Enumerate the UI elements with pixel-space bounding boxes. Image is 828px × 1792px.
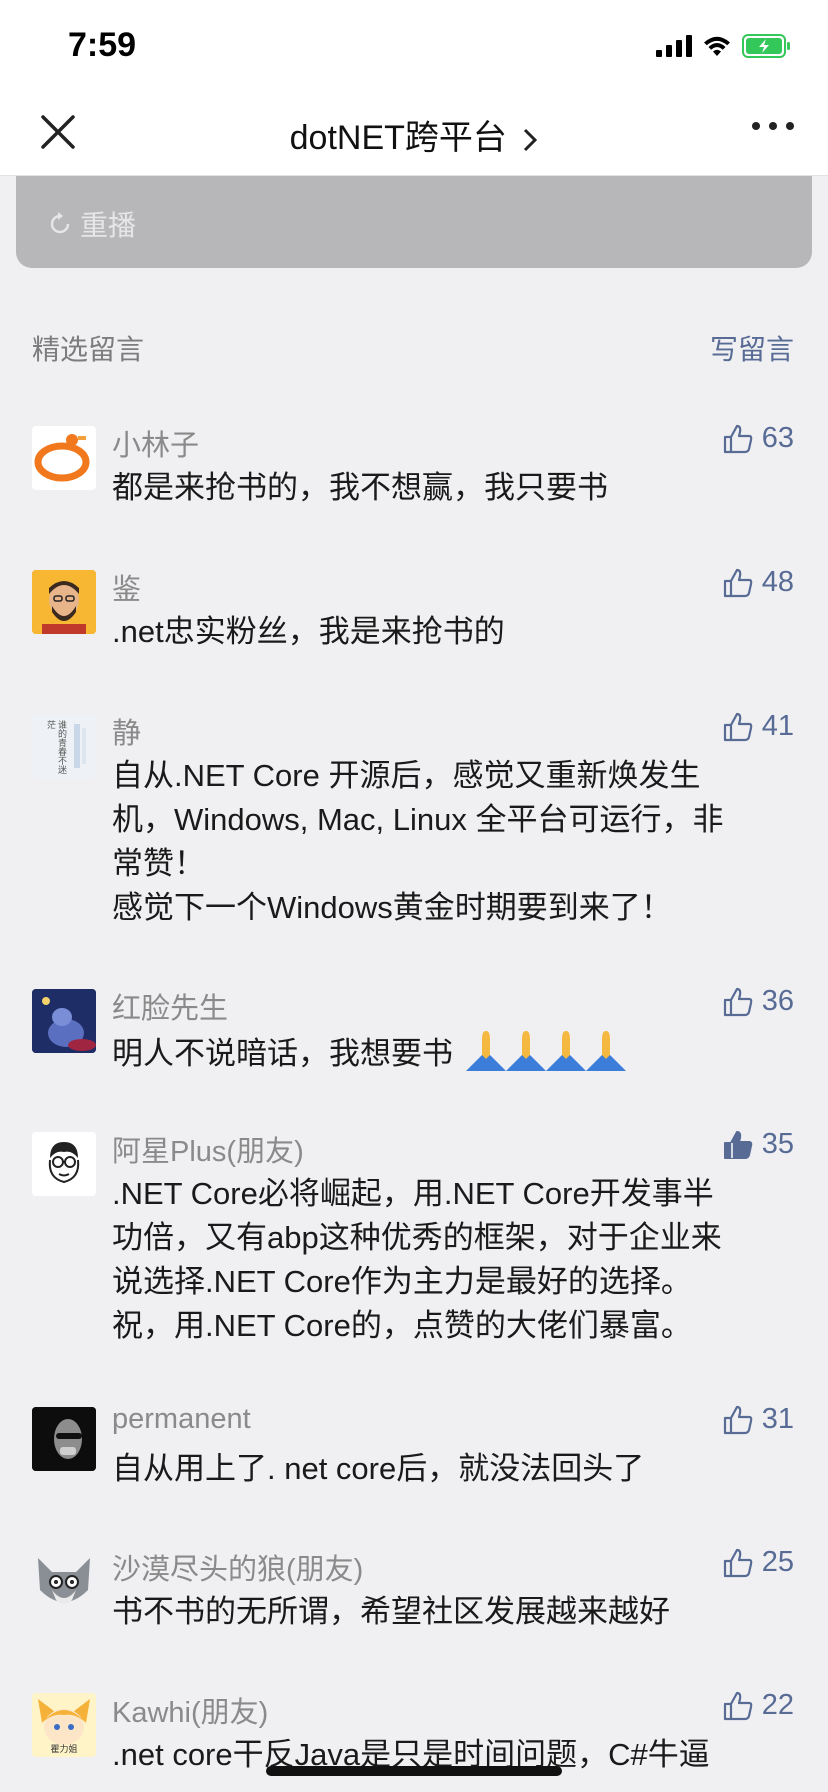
thumbs-up-icon bbox=[723, 424, 753, 453]
like-count: 48 bbox=[761, 566, 794, 598]
thumbs-up-filled-icon bbox=[723, 1130, 752, 1159]
thumbs-up-icon bbox=[723, 1405, 753, 1434]
status-bar: 7:59 bbox=[0, 0, 828, 96]
commenter-name: Kawhi(朋友) bbox=[112, 1697, 269, 1729]
like-count: 63 bbox=[761, 422, 794, 454]
like-count: 22 bbox=[761, 1689, 794, 1721]
more-options-icon[interactable] bbox=[752, 122, 794, 130]
home-indicator[interactable] bbox=[266, 1766, 562, 1776]
featured-comments-title: 精选留言 bbox=[32, 333, 145, 366]
like-button[interactable]: 35 bbox=[722, 1128, 794, 1161]
avatar[interactable] bbox=[32, 989, 96, 1053]
wifi-icon bbox=[704, 36, 730, 56]
comment-text: .NET Core必将崛起，用.NET Core开发事半 功倍，又有abp这种优… bbox=[112, 1176, 722, 1343]
chevron-right-icon bbox=[524, 128, 538, 152]
like-button[interactable]: 25 bbox=[722, 1546, 794, 1579]
avatar[interactable] bbox=[32, 1407, 96, 1471]
commenter-name: permanent bbox=[112, 1403, 251, 1435]
like-button[interactable]: 36 bbox=[722, 985, 794, 1018]
status-icons bbox=[656, 34, 792, 58]
nav-bar: dotNET跨平台 bbox=[0, 96, 828, 176]
like-count: 35 bbox=[761, 1128, 794, 1160]
like-count: 31 bbox=[761, 1403, 794, 1435]
commenter-name: 阿星Plus(朋友) bbox=[112, 1136, 304, 1168]
status-time: 7:59 bbox=[68, 26, 137, 64]
thumbs-up-icon bbox=[723, 1691, 753, 1720]
commenter-name: 沙漠尽头的狼(朋友) bbox=[112, 1554, 364, 1586]
comment-text: 都是来抢书的，我不想赢，我只要书 bbox=[112, 470, 608, 505]
thumbs-up-icon bbox=[723, 987, 753, 1016]
comment-text-body: 明人不说暗话，我想要书 bbox=[112, 1036, 453, 1072]
like-count: 25 bbox=[761, 1546, 794, 1578]
comment-text: 书不书的无所谓，希望社区发展越来越好 bbox=[112, 1594, 670, 1629]
commenter-name: 小林子 bbox=[112, 430, 200, 462]
commenter-name: 静 bbox=[112, 718, 142, 750]
thumbs-up-icon bbox=[723, 1548, 753, 1577]
avatar[interactable] bbox=[32, 1132, 96, 1196]
replay-button[interactable]: 重播 bbox=[46, 204, 136, 244]
avatar[interactable] bbox=[32, 426, 96, 490]
video-player[interactable]: 重播 bbox=[16, 176, 812, 268]
app-screen: 7:59 dotNET跨平台 重播 精选留言 写留言 小林子 63 都是来抢书的… bbox=[0, 0, 828, 1792]
account-title-link[interactable]: dotNET跨平台 bbox=[0, 110, 828, 159]
like-button[interactable]: 48 bbox=[722, 566, 794, 599]
replay-icon bbox=[50, 212, 70, 234]
thumbs-up-icon bbox=[723, 712, 753, 741]
avatar-caption: 瞿力姐 bbox=[50, 1745, 78, 1755]
like-button[interactable]: 31 bbox=[722, 1403, 794, 1436]
replay-label: 重播 bbox=[80, 209, 137, 242]
commenter-name: 鉴 bbox=[112, 574, 142, 606]
avatar[interactable]: 谁的青春不迷茫 bbox=[32, 714, 96, 778]
comment-text: 自从用上了. net core后，就没法回头了 bbox=[112, 1451, 645, 1486]
commenter-name: 红脸先生 bbox=[112, 993, 229, 1025]
comment-text: .net忠实粉丝，我是来抢书的 bbox=[112, 614, 505, 649]
write-comment-link[interactable]: 写留言 bbox=[710, 328, 794, 368]
battery-charging-icon bbox=[742, 34, 790, 58]
comment-text: 自从.NET Core 开源后，感觉又重新焕发生 机，Windows, Mac,… bbox=[112, 758, 724, 925]
account-title: dotNET跨平台 bbox=[289, 119, 507, 157]
thumbs-up-icon bbox=[723, 568, 753, 597]
avatar[interactable]: 瞿力姐 bbox=[32, 1693, 96, 1757]
like-button[interactable]: 22 bbox=[722, 1689, 794, 1722]
cellular-signal-icon bbox=[656, 35, 692, 57]
like-count: 36 bbox=[761, 985, 794, 1017]
avatar[interactable] bbox=[32, 1550, 96, 1614]
folded-hands-icon bbox=[465, 1031, 626, 1071]
avatar-caption: 谁的青春不迷茫 bbox=[45, 720, 66, 774]
like-button[interactable]: 63 bbox=[722, 422, 794, 455]
comment-text: 明人不说暗话，我想要书 bbox=[112, 1029, 792, 1083]
like-button[interactable]: 41 bbox=[722, 710, 794, 743]
folded-hands-emoji-row bbox=[464, 1029, 640, 1083]
like-count: 41 bbox=[761, 710, 794, 742]
avatar[interactable] bbox=[32, 570, 96, 634]
